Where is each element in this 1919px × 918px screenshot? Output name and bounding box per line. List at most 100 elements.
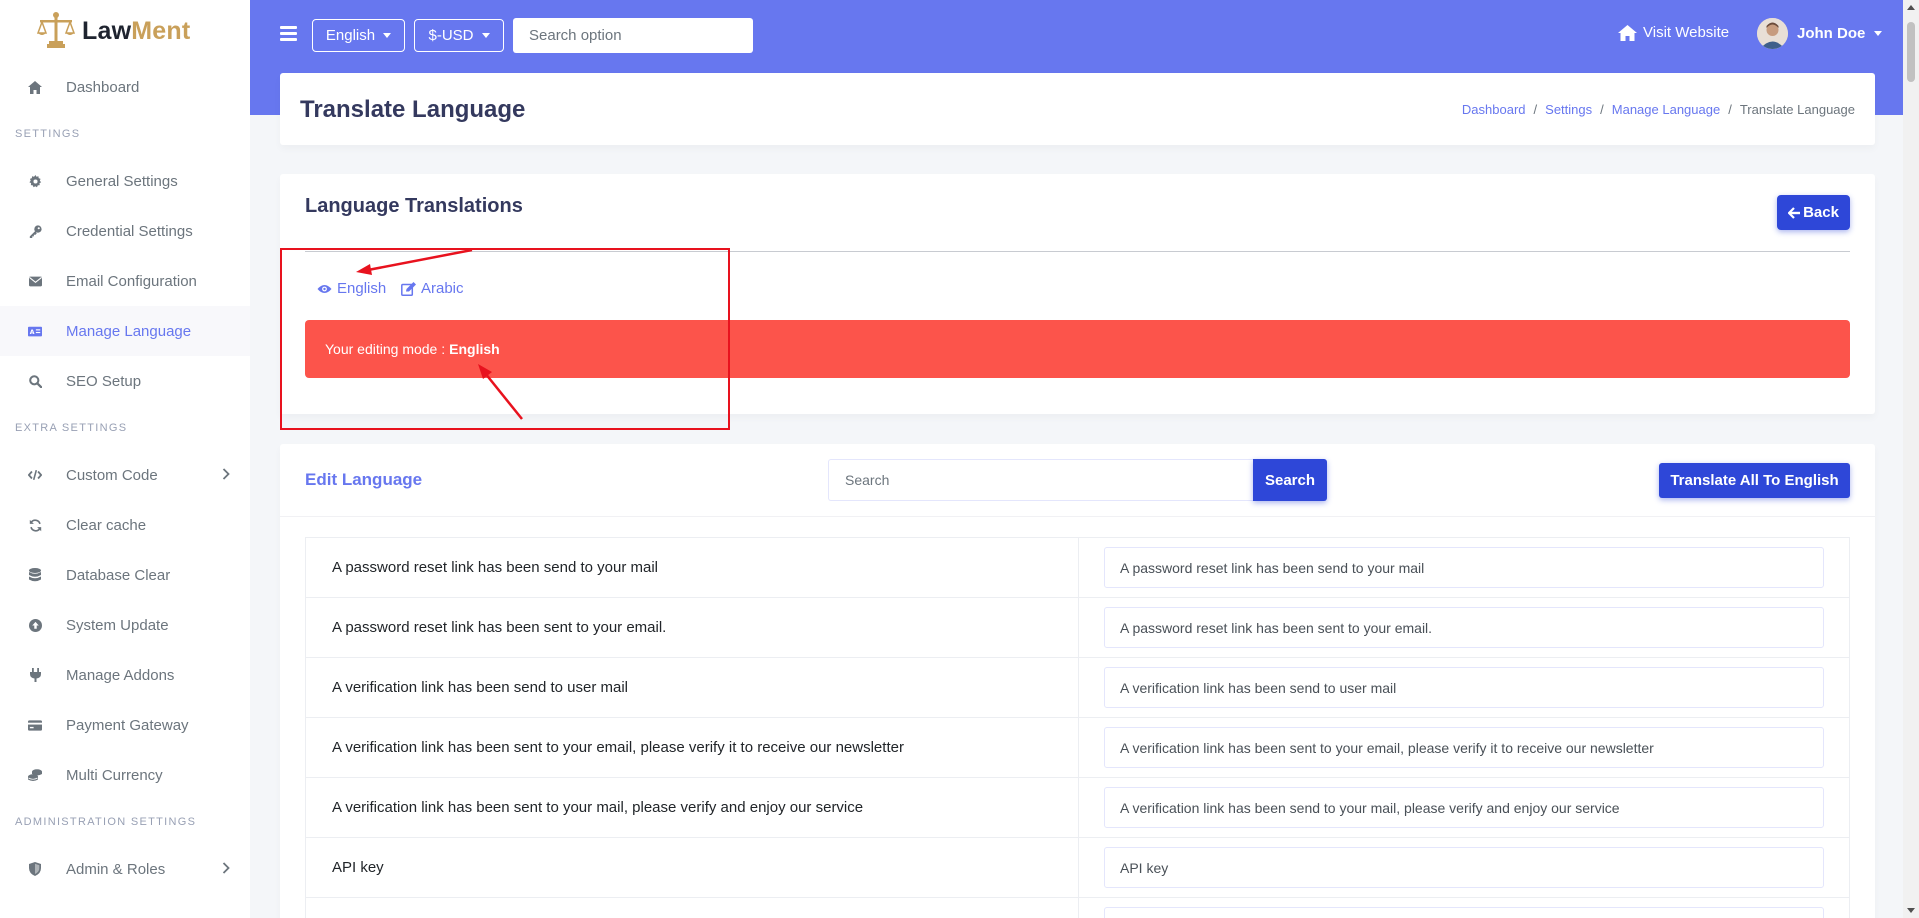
user-name: John Doe <box>1797 25 1866 42</box>
alert-language: English <box>449 341 500 357</box>
translation-value-input[interactable] <box>1104 847 1824 888</box>
breadcrumb-manage-language[interactable]: Manage Language <box>1612 102 1720 117</box>
sidebar-item-label: Dashboard <box>66 78 140 96</box>
language-link-label: Arabic <box>421 280 464 297</box>
code-icon <box>28 468 42 482</box>
translation-value-cell <box>1078 717 1850 778</box>
translation-value-cell <box>1078 597 1850 658</box>
user-menu[interactable]: John Doe <box>1757 18 1883 49</box>
sidebar-item-manage-addons[interactable]: Manage Addons <box>0 650 250 700</box>
sidebar-item-label: Credential Settings <box>66 222 193 240</box>
gear-icon <box>28 174 42 188</box>
sidebar-item-multi-currency[interactable]: Multi Currency <box>0 750 250 800</box>
translation-value-input[interactable] <box>1104 667 1824 708</box>
sidebar-item-admin-roles[interactable]: Admin & Roles <box>0 844 250 894</box>
sidebar-item-label: Admin & Roles <box>66 860 166 878</box>
sidebar-item-label: Custom Code <box>66 466 158 484</box>
search-icon <box>28 374 42 388</box>
logo[interactable]: LawMent <box>0 0 250 62</box>
translation-value-cell <box>1078 537 1850 598</box>
language-dropdown[interactable]: English <box>312 19 405 52</box>
search-button[interactable]: Search <box>1253 459 1327 501</box>
sidebar-item-label: General Settings <box>66 172 178 190</box>
breadcrumb-settings[interactable]: Settings <box>1545 102 1592 117</box>
arrow-left-icon <box>1788 206 1801 219</box>
brand-part-law: Law <box>82 16 132 45</box>
language-icon: A <box>28 324 42 338</box>
visit-website-label: Visit Website <box>1643 24 1730 41</box>
currency-dropdown-label: $-USD <box>428 27 474 44</box>
card-header-divider <box>280 516 1875 517</box>
back-button[interactable]: Back <box>1777 195 1850 230</box>
translation-value-cell <box>1078 657 1850 718</box>
language-translations-title: Language Translations <box>305 195 523 217</box>
eye-icon <box>317 284 332 293</box>
plug-icon <box>28 668 42 682</box>
sidebar-item-clear-cache[interactable]: Clear cache <box>0 500 250 550</box>
sidebar-item-label: System Update <box>66 616 169 634</box>
language-dropdown-label: English <box>325 27 376 44</box>
translation-value-input[interactable] <box>1104 787 1824 828</box>
sidebar-item-credential-settings[interactable]: Credential Settings <box>0 206 250 256</box>
translation-value-input[interactable] <box>1104 607 1824 648</box>
back-button-label: Back <box>1803 204 1839 221</box>
translation-value-input[interactable] <box>1104 907 1824 918</box>
translation-key: API key <box>305 837 1079 898</box>
translate-all-button[interactable]: Translate All To English <box>1659 463 1850 498</box>
editing-mode-alert: Your editing mode : English <box>305 320 1850 378</box>
translation-value-cell <box>1078 777 1850 838</box>
envelope-icon <box>28 274 42 288</box>
currency-dropdown[interactable]: $-USD <box>414 19 504 52</box>
visit-website-link[interactable]: Visit Website <box>1618 24 1729 41</box>
translation-value-input[interactable] <box>1104 727 1824 768</box>
translation-key: A password reset link has been sent to y… <box>305 597 1079 658</box>
sidebar-item-seo-setup[interactable]: SEO Setup <box>0 356 250 406</box>
scales-of-justice-icon <box>36 12 76 48</box>
sidebar-item-payment-gateway[interactable]: Payment Gateway <box>0 700 250 750</box>
sidebar-item-email-configuration[interactable]: Email Configuration <box>0 256 250 306</box>
table-row: A verification link has been sent to you… <box>305 777 1850 838</box>
sidebar-item-dashboard[interactable]: Dashboard <box>0 62 250 112</box>
translation-search-input[interactable] <box>828 459 1254 501</box>
scrollbar-thumb[interactable] <box>1907 22 1915 82</box>
translation-key <box>305 897 1079 918</box>
language-link-english[interactable]: English <box>317 280 386 297</box>
sidebar-item-general-settings[interactable]: General Settings <box>0 156 250 206</box>
table-row: A verification link has been sent to you… <box>305 717 1850 778</box>
table-row: A password reset link has been sent to y… <box>305 597 1850 658</box>
language-link-arabic[interactable]: Arabic <box>401 280 464 297</box>
breadcrumb: Dashboard / Settings / Manage Language /… <box>1462 102 1855 117</box>
sidebar-item-manage-language[interactable]: A Manage Language <box>0 306 250 356</box>
caret-down-icon <box>481 33 490 38</box>
table-row: A password reset link has been send to y… <box>305 537 1850 598</box>
sidebar-item-custom-code[interactable]: Custom Code <box>0 450 250 500</box>
page-scrollbar[interactable] <box>1903 0 1919 918</box>
chevron-right-icon <box>222 468 230 480</box>
sidebar-item-label: Clear cache <box>66 516 147 534</box>
translation-key: A verification link has been sent to you… <box>305 777 1079 838</box>
menu-toggle-icon[interactable] <box>280 26 297 41</box>
translation-value-cell <box>1078 837 1850 898</box>
sidebar-item-system-update[interactable]: System Update <box>0 600 250 650</box>
breadcrumb-dashboard[interactable]: Dashboard <box>1462 102 1526 117</box>
sync-icon <box>28 518 42 532</box>
breadcrumb-current: Translate Language <box>1739 102 1855 117</box>
translation-value-input[interactable] <box>1104 547 1824 588</box>
home-icon <box>1618 24 1637 41</box>
scroll-up-arrow-icon[interactable] <box>1907 5 1915 10</box>
edit-icon <box>401 281 416 296</box>
sidebar: LawMent Dashboard SETTINGS General Setti… <box>0 0 250 918</box>
alert-text: Your editing mode : <box>325 341 446 357</box>
credit-card-icon <box>28 718 42 732</box>
edit-language-title: Edit Language <box>305 470 423 489</box>
table-row: API key <box>305 837 1850 898</box>
home-icon <box>28 80 42 94</box>
translation-key: A verification link has been sent to you… <box>305 717 1079 778</box>
sidebar-item-database-clear[interactable]: Database Clear <box>0 550 250 600</box>
page-title: Translate Language <box>300 96 526 123</box>
scroll-down-arrow-icon[interactable] <box>1907 908 1915 913</box>
sidebar-item-label: Manage Addons <box>66 666 175 684</box>
sidebar-item-label: Database Clear <box>66 566 171 584</box>
sidebar-heading-settings: SETTINGS <box>15 128 81 140</box>
search-option-input[interactable] <box>513 18 753 53</box>
